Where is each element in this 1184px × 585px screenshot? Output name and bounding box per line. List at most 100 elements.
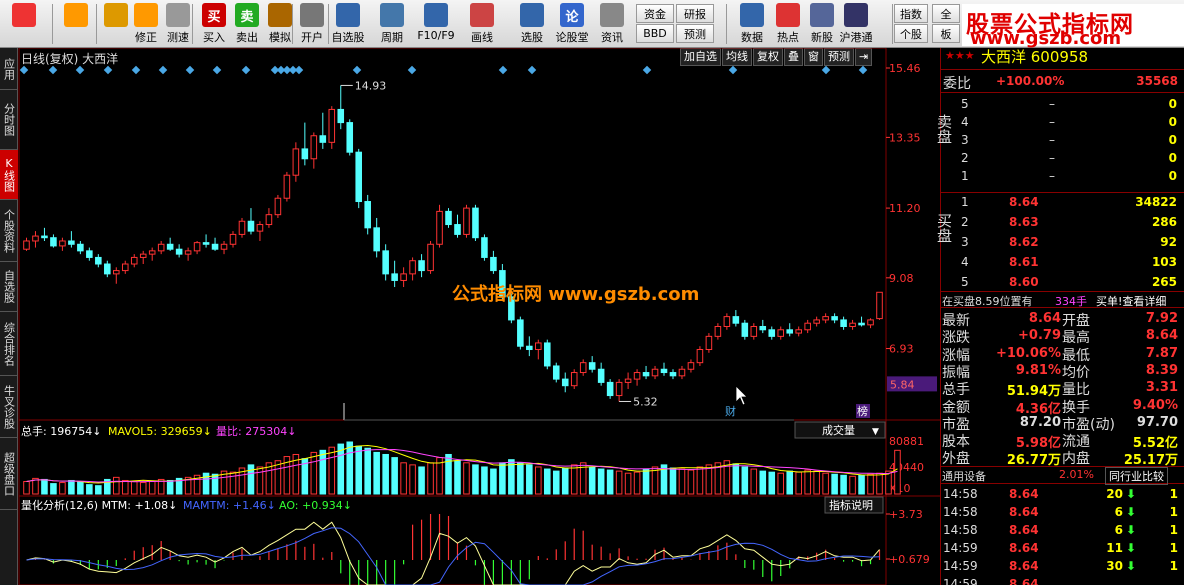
toolbar-separator bbox=[726, 4, 727, 44]
buy-level-row[interactable]: 1 8.64 34822 bbox=[941, 194, 1184, 212]
toolbar-button-forum[interactable]: 论论股堂 bbox=[556, 3, 589, 45]
toolbar-button-news[interactable]: 资讯 bbox=[596, 3, 628, 45]
toolbar-button-select-stock[interactable]: 选股 bbox=[516, 3, 548, 45]
toolbar-pill-3[interactable]: 预测 bbox=[676, 24, 714, 43]
event-marker-icon[interactable] bbox=[527, 65, 537, 75]
volume-bar bbox=[445, 453, 452, 495]
candlestick bbox=[759, 319, 767, 334]
kline-chart-canvas[interactable]: 15.46 13.35 11.20 9.08 6.93 5.84 14.93 5.32 公式指标… bbox=[0, 48, 940, 585]
volume-bar bbox=[211, 473, 219, 495]
volume-bar bbox=[696, 466, 704, 495]
volume-bar bbox=[41, 478, 48, 495]
volume-bar bbox=[552, 470, 560, 495]
toolbar-button-clock[interactable]: 测速 bbox=[162, 3, 194, 45]
candlestick bbox=[535, 339, 542, 360]
candlestick bbox=[346, 119, 354, 156]
toolbar-button-correct[interactable]: 修正 bbox=[130, 3, 162, 45]
toolbar-button-up-down-arrow[interactable] bbox=[100, 3, 132, 45]
toolbar-pill-1[interactable]: BBD bbox=[636, 24, 674, 43]
toolbar-pill-partial-1[interactable]: 板 bbox=[932, 24, 960, 43]
weibi-label: 委比 bbox=[943, 76, 971, 92]
finance-event-marker[interactable]: 财 bbox=[725, 404, 736, 418]
toolbar-pill-partial-0[interactable]: 全 bbox=[932, 4, 960, 23]
toolbar-button-f10[interactable]: F10/F9 bbox=[417, 3, 455, 45]
toolbar-button-pen[interactable]: 画线 bbox=[466, 3, 498, 45]
industry-label[interactable]: 通用设备 bbox=[942, 468, 986, 484]
toolbar-button-grid[interactable] bbox=[4, 3, 44, 45]
volume-bar bbox=[840, 474, 847, 495]
quote-panel: 大西洋 600958 ★★★ 委比 +100.00% 35568 卖盘 5–0 4–0 3–0 2… bbox=[935, 48, 1184, 585]
toolbar-pill-5[interactable]: 个股 bbox=[894, 24, 928, 43]
rank-event-marker[interactable]: 榜 bbox=[857, 404, 868, 418]
toolbar-button-label: 选股 bbox=[521, 31, 543, 44]
news-icon bbox=[600, 3, 624, 27]
sell-level-row[interactable]: 1 – 0 bbox=[941, 168, 1184, 186]
event-marker-icon[interactable] bbox=[352, 65, 362, 75]
event-marker-icon[interactable] bbox=[407, 65, 417, 75]
toolbar-button-data[interactable]: 数据 bbox=[736, 3, 768, 45]
event-marker-icon[interactable] bbox=[642, 65, 652, 75]
candlestick bbox=[831, 313, 838, 324]
event-marker-icon[interactable] bbox=[131, 65, 141, 75]
toolbar-button-lock[interactable]: 开户 bbox=[296, 3, 328, 45]
event-marker-icon[interactable] bbox=[241, 65, 251, 75]
toolbar-pill-2[interactable]: 研报 bbox=[676, 4, 714, 23]
event-marker-icon[interactable] bbox=[19, 65, 29, 75]
volume-bar bbox=[418, 466, 425, 495]
volume-bar bbox=[615, 470, 623, 495]
candlestick bbox=[238, 217, 246, 238]
event-marker-icon[interactable] bbox=[212, 65, 222, 75]
event-marker-icon[interactable] bbox=[48, 65, 58, 75]
buy-level-row[interactable]: 3 8.62 92 bbox=[941, 234, 1184, 252]
buy-level-row[interactable]: 4 8.61 103 bbox=[941, 254, 1184, 272]
event-marker-icon[interactable] bbox=[821, 65, 831, 75]
toolbar-button-buy[interactable]: 买买入 bbox=[198, 3, 230, 45]
toolbar-button-clock-cycle[interactable]: 周期 bbox=[376, 3, 408, 45]
volume-bar bbox=[858, 474, 865, 495]
volume-bar bbox=[705, 464, 713, 495]
toolbar-button-star-folder[interactable]: 自选股 bbox=[332, 3, 365, 45]
candlestick bbox=[328, 106, 336, 149]
order-info-row: 在买盘8.59位置有 334手 买单!查看详细 bbox=[941, 291, 1184, 308]
sell-level-row[interactable]: 4 – 0 bbox=[941, 114, 1184, 132]
peer-compare-button[interactable]: 同行业比较 bbox=[1105, 467, 1168, 485]
candlestick bbox=[247, 208, 255, 235]
toolbar-button-label: 数据 bbox=[741, 31, 763, 44]
toolbar-button-label: 画线 bbox=[471, 31, 493, 44]
sell-level-row[interactable]: 3 – 0 bbox=[941, 132, 1184, 150]
candlestick bbox=[310, 132, 318, 169]
event-marker-icon[interactable] bbox=[728, 65, 738, 75]
toolbar-button-label: 测速 bbox=[167, 31, 189, 44]
order-detail-link[interactable]: 买单!查看详细 bbox=[1096, 293, 1166, 309]
volume-bar bbox=[481, 466, 488, 495]
buy-level-row[interactable]: 2 8.63 286 bbox=[941, 214, 1184, 232]
candlestick bbox=[139, 250, 147, 265]
up-down-arrow-icon bbox=[104, 3, 128, 27]
toolbar-button-hot[interactable]: 热点 bbox=[772, 3, 804, 45]
event-marker-icon[interactable] bbox=[103, 65, 113, 75]
event-marker-icon[interactable] bbox=[858, 65, 868, 75]
toolbar-button-back-arrow[interactable] bbox=[56, 3, 96, 45]
event-marker-icon[interactable] bbox=[498, 65, 508, 75]
buy-level-row[interactable]: 5 8.60 265 bbox=[941, 274, 1184, 292]
hk-connect-icon bbox=[844, 3, 868, 27]
toolbar-button-sell[interactable]: 卖卖出 bbox=[231, 3, 263, 45]
stat-value-2: 8.64 bbox=[1145, 328, 1178, 344]
candlestick bbox=[472, 204, 479, 241]
candlestick bbox=[104, 260, 111, 278]
tick-time: 14:58 bbox=[943, 505, 978, 519]
toolbar-pill-4[interactable]: 指数 bbox=[894, 4, 928, 23]
volume-bar bbox=[624, 472, 632, 495]
dropdown-arrow-icon: ▼ bbox=[872, 427, 879, 437]
event-marker-icon[interactable] bbox=[158, 65, 168, 75]
watermark-text: 公式指标网 www.gszb.com bbox=[452, 283, 699, 305]
candlestick bbox=[193, 240, 201, 255]
sell-level-row[interactable]: 2 – 0 bbox=[941, 150, 1184, 168]
toolbar-pill-0[interactable]: 资金 bbox=[636, 4, 674, 23]
sell-level-row[interactable]: 5 – 0 bbox=[941, 96, 1184, 114]
event-marker-icon[interactable] bbox=[75, 65, 85, 75]
event-marker-icon[interactable] bbox=[185, 65, 195, 75]
event-marker-icon[interactable] bbox=[294, 65, 304, 75]
toolbar-button-ipo[interactable]: 新股 bbox=[806, 3, 838, 45]
toolbar-button-hk-connect[interactable]: 沪港通 bbox=[840, 3, 873, 45]
